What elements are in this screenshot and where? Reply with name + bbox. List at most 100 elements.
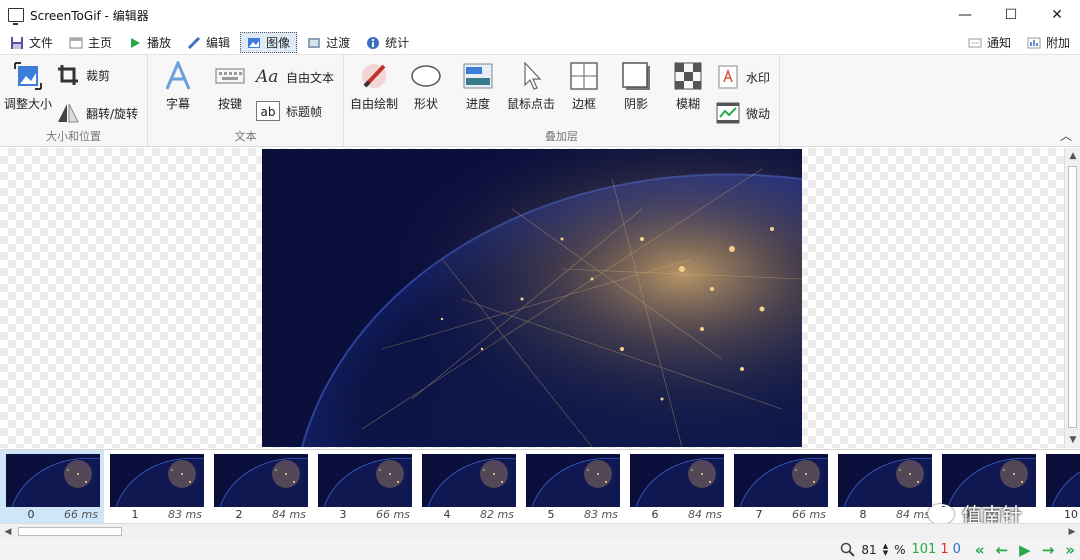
tab-notifications-label: 通知 bbox=[986, 36, 1011, 50]
group-size-position-label: 大小和位置 bbox=[46, 130, 101, 143]
mouse-clicks-button[interactable]: 鼠标点击 bbox=[504, 61, 558, 112]
frame-number: 0 bbox=[27, 508, 35, 521]
frame-number: 7 bbox=[755, 508, 763, 521]
zoom-value[interactable]: 81 bbox=[861, 543, 876, 557]
frame-item[interactable]: 1 83 ms bbox=[104, 450, 208, 523]
watermark-button[interactable]: 水印 bbox=[716, 65, 770, 89]
frame-item[interactable]: 3 66 ms bbox=[312, 450, 416, 523]
caption-button[interactable]: 字幕 bbox=[158, 61, 198, 112]
play-preview-icon[interactable]: ▶ bbox=[1019, 541, 1030, 559]
flip-rotate-button[interactable]: 翻转/旋转 bbox=[56, 101, 138, 125]
frame-delay: 84 ms bbox=[896, 508, 930, 521]
crop-label: 裁剪 bbox=[86, 68, 111, 83]
group-text-label: 文本 bbox=[234, 130, 257, 143]
caption-letter-icon bbox=[165, 61, 191, 90]
keystrokes-button[interactable]: 按键 bbox=[210, 61, 250, 112]
group-text: 字幕 按键 Aa 自由文本 ab 标题帧 文本 bbox=[148, 55, 344, 147]
frame-item[interactable]: 0 66 ms bbox=[0, 450, 104, 523]
brush-icon bbox=[362, 64, 386, 88]
frame-item[interactable]: 10 bbox=[1040, 450, 1080, 523]
tab-playback-label: 播放 bbox=[147, 36, 172, 50]
tab-transitions-label: 过渡 bbox=[326, 36, 351, 50]
frame-item[interactable]: 5 83 ms bbox=[520, 450, 624, 523]
frame-thumbnail bbox=[110, 454, 204, 507]
scroll-right-arrow-icon[interactable]: ▶ bbox=[1064, 524, 1080, 540]
app-monitor-icon bbox=[8, 8, 24, 25]
close-button[interactable]: ✕ bbox=[1034, 0, 1080, 30]
last-frame-icon[interactable]: » bbox=[1065, 541, 1075, 559]
horizontal-scroll-thumb[interactable] bbox=[18, 527, 122, 536]
frame-number: 5 bbox=[547, 508, 555, 521]
cinemagraph-button[interactable]: 微动 bbox=[716, 101, 770, 125]
free-text-icon: Aa bbox=[256, 67, 279, 87]
frame-number: 3 bbox=[339, 508, 347, 521]
frame-delay: 82 ms bbox=[480, 508, 514, 521]
frame-item[interactable]: 4 82 ms bbox=[416, 450, 520, 523]
next-frame-icon[interactable]: → bbox=[1042, 541, 1054, 559]
frame-number: 4 bbox=[443, 508, 451, 521]
frame-delay: 84 ms bbox=[272, 508, 306, 521]
home-window-icon bbox=[69, 37, 83, 48]
frame-count: 101 bbox=[911, 542, 937, 557]
title-frame-button[interactable]: ab 标题帧 bbox=[256, 101, 322, 121]
pixelate-checker-icon bbox=[674, 62, 702, 90]
title-frame-icon: ab bbox=[256, 101, 280, 121]
scroll-down-arrow-icon[interactable]: ▼ bbox=[1065, 432, 1080, 448]
cinemagraph-label: 微动 bbox=[746, 106, 771, 121]
frame-thumbnail bbox=[1046, 454, 1080, 507]
minimize-button[interactable]: — bbox=[942, 0, 988, 30]
previous-frame-icon[interactable]: ← bbox=[996, 541, 1008, 559]
frame-thumbnail bbox=[422, 454, 516, 507]
frame-item[interactable]: 8 84 ms bbox=[832, 450, 936, 523]
scroll-up-arrow-icon[interactable]: ▲ bbox=[1065, 148, 1080, 164]
shadow-label: 阴影 bbox=[623, 97, 648, 111]
obfuscate-button[interactable]: 模糊 bbox=[670, 61, 706, 112]
frame-preview-image bbox=[262, 149, 802, 447]
frame-item[interactable]: 7 66 ms bbox=[728, 450, 832, 523]
first-frame-icon[interactable]: « bbox=[975, 541, 985, 559]
scroll-left-arrow-icon[interactable]: ◀ bbox=[0, 524, 16, 540]
crop-button[interactable]: 裁剪 bbox=[56, 63, 110, 87]
zoom-spin-icon[interactable]: ▲ ▼ bbox=[883, 542, 888, 557]
free-text-button[interactable]: Aa 自由文本 bbox=[256, 65, 334, 89]
tab-image[interactable]: 图像 bbox=[240, 32, 298, 53]
free-drawing-button[interactable]: 自由绘制 bbox=[346, 61, 402, 112]
tab-edit[interactable]: 编辑 bbox=[181, 32, 236, 53]
tab-transitions[interactable]: 过渡 bbox=[301, 32, 356, 53]
tab-file[interactable]: 文件 bbox=[4, 32, 59, 53]
resize-button[interactable]: 调整大小 bbox=[4, 61, 52, 112]
tab-playback[interactable]: 播放 bbox=[122, 32, 177, 53]
tab-extras-label: 附加 bbox=[1045, 36, 1070, 50]
tab-extras[interactable]: 附加 bbox=[1021, 32, 1076, 53]
vertical-scroll-thumb[interactable] bbox=[1068, 166, 1077, 428]
tab-notifications[interactable]: 通知 bbox=[962, 32, 1017, 53]
transition-icon bbox=[308, 37, 321, 48]
frame-item[interactable]: 2 84 ms bbox=[208, 450, 312, 523]
frame-thumbnail bbox=[630, 454, 724, 507]
progress-button[interactable]: 进度 bbox=[460, 61, 496, 112]
resize-icon bbox=[14, 62, 42, 90]
frame-delay: 66 ms bbox=[792, 508, 826, 521]
frame-item[interactable]: 6 84 ms bbox=[624, 450, 728, 523]
vertical-scrollbar[interactable]: ▲ ▼ bbox=[1064, 148, 1080, 448]
tab-home-label: 主页 bbox=[88, 36, 113, 50]
group-overlay: 自由绘制 形状 进度 鼠标点击 边框 阴影 模糊 水印 微动 叠加层 bbox=[344, 55, 780, 147]
play-icon bbox=[131, 37, 141, 48]
frame-thumbnail bbox=[318, 454, 412, 507]
cursor-icon bbox=[524, 61, 542, 90]
mouse-clicks-label: 鼠标点击 bbox=[506, 97, 555, 111]
tab-statistics-label: 统计 bbox=[385, 36, 410, 50]
maximize-button[interactable]: ☐ bbox=[988, 0, 1034, 30]
selected-count: 1 bbox=[940, 542, 949, 557]
border-button[interactable]: 边框 bbox=[566, 61, 602, 112]
watermark-icon bbox=[718, 65, 738, 89]
border-grid-icon bbox=[570, 62, 598, 90]
shapes-label: 形状 bbox=[413, 97, 438, 111]
window-title: ScreenToGif - 编辑器 bbox=[30, 8, 149, 23]
tab-statistics[interactable]: 统计 bbox=[360, 32, 415, 53]
shadow-button[interactable]: 阴影 bbox=[618, 61, 654, 112]
tab-home[interactable]: 主页 bbox=[63, 32, 118, 53]
shapes-button[interactable]: 形状 bbox=[408, 61, 444, 112]
collapse-ribbon-chevron-icon[interactable]: ︿ bbox=[1060, 127, 1072, 144]
horizontal-scrollbar[interactable]: ◀ ▶ bbox=[0, 523, 1080, 539]
